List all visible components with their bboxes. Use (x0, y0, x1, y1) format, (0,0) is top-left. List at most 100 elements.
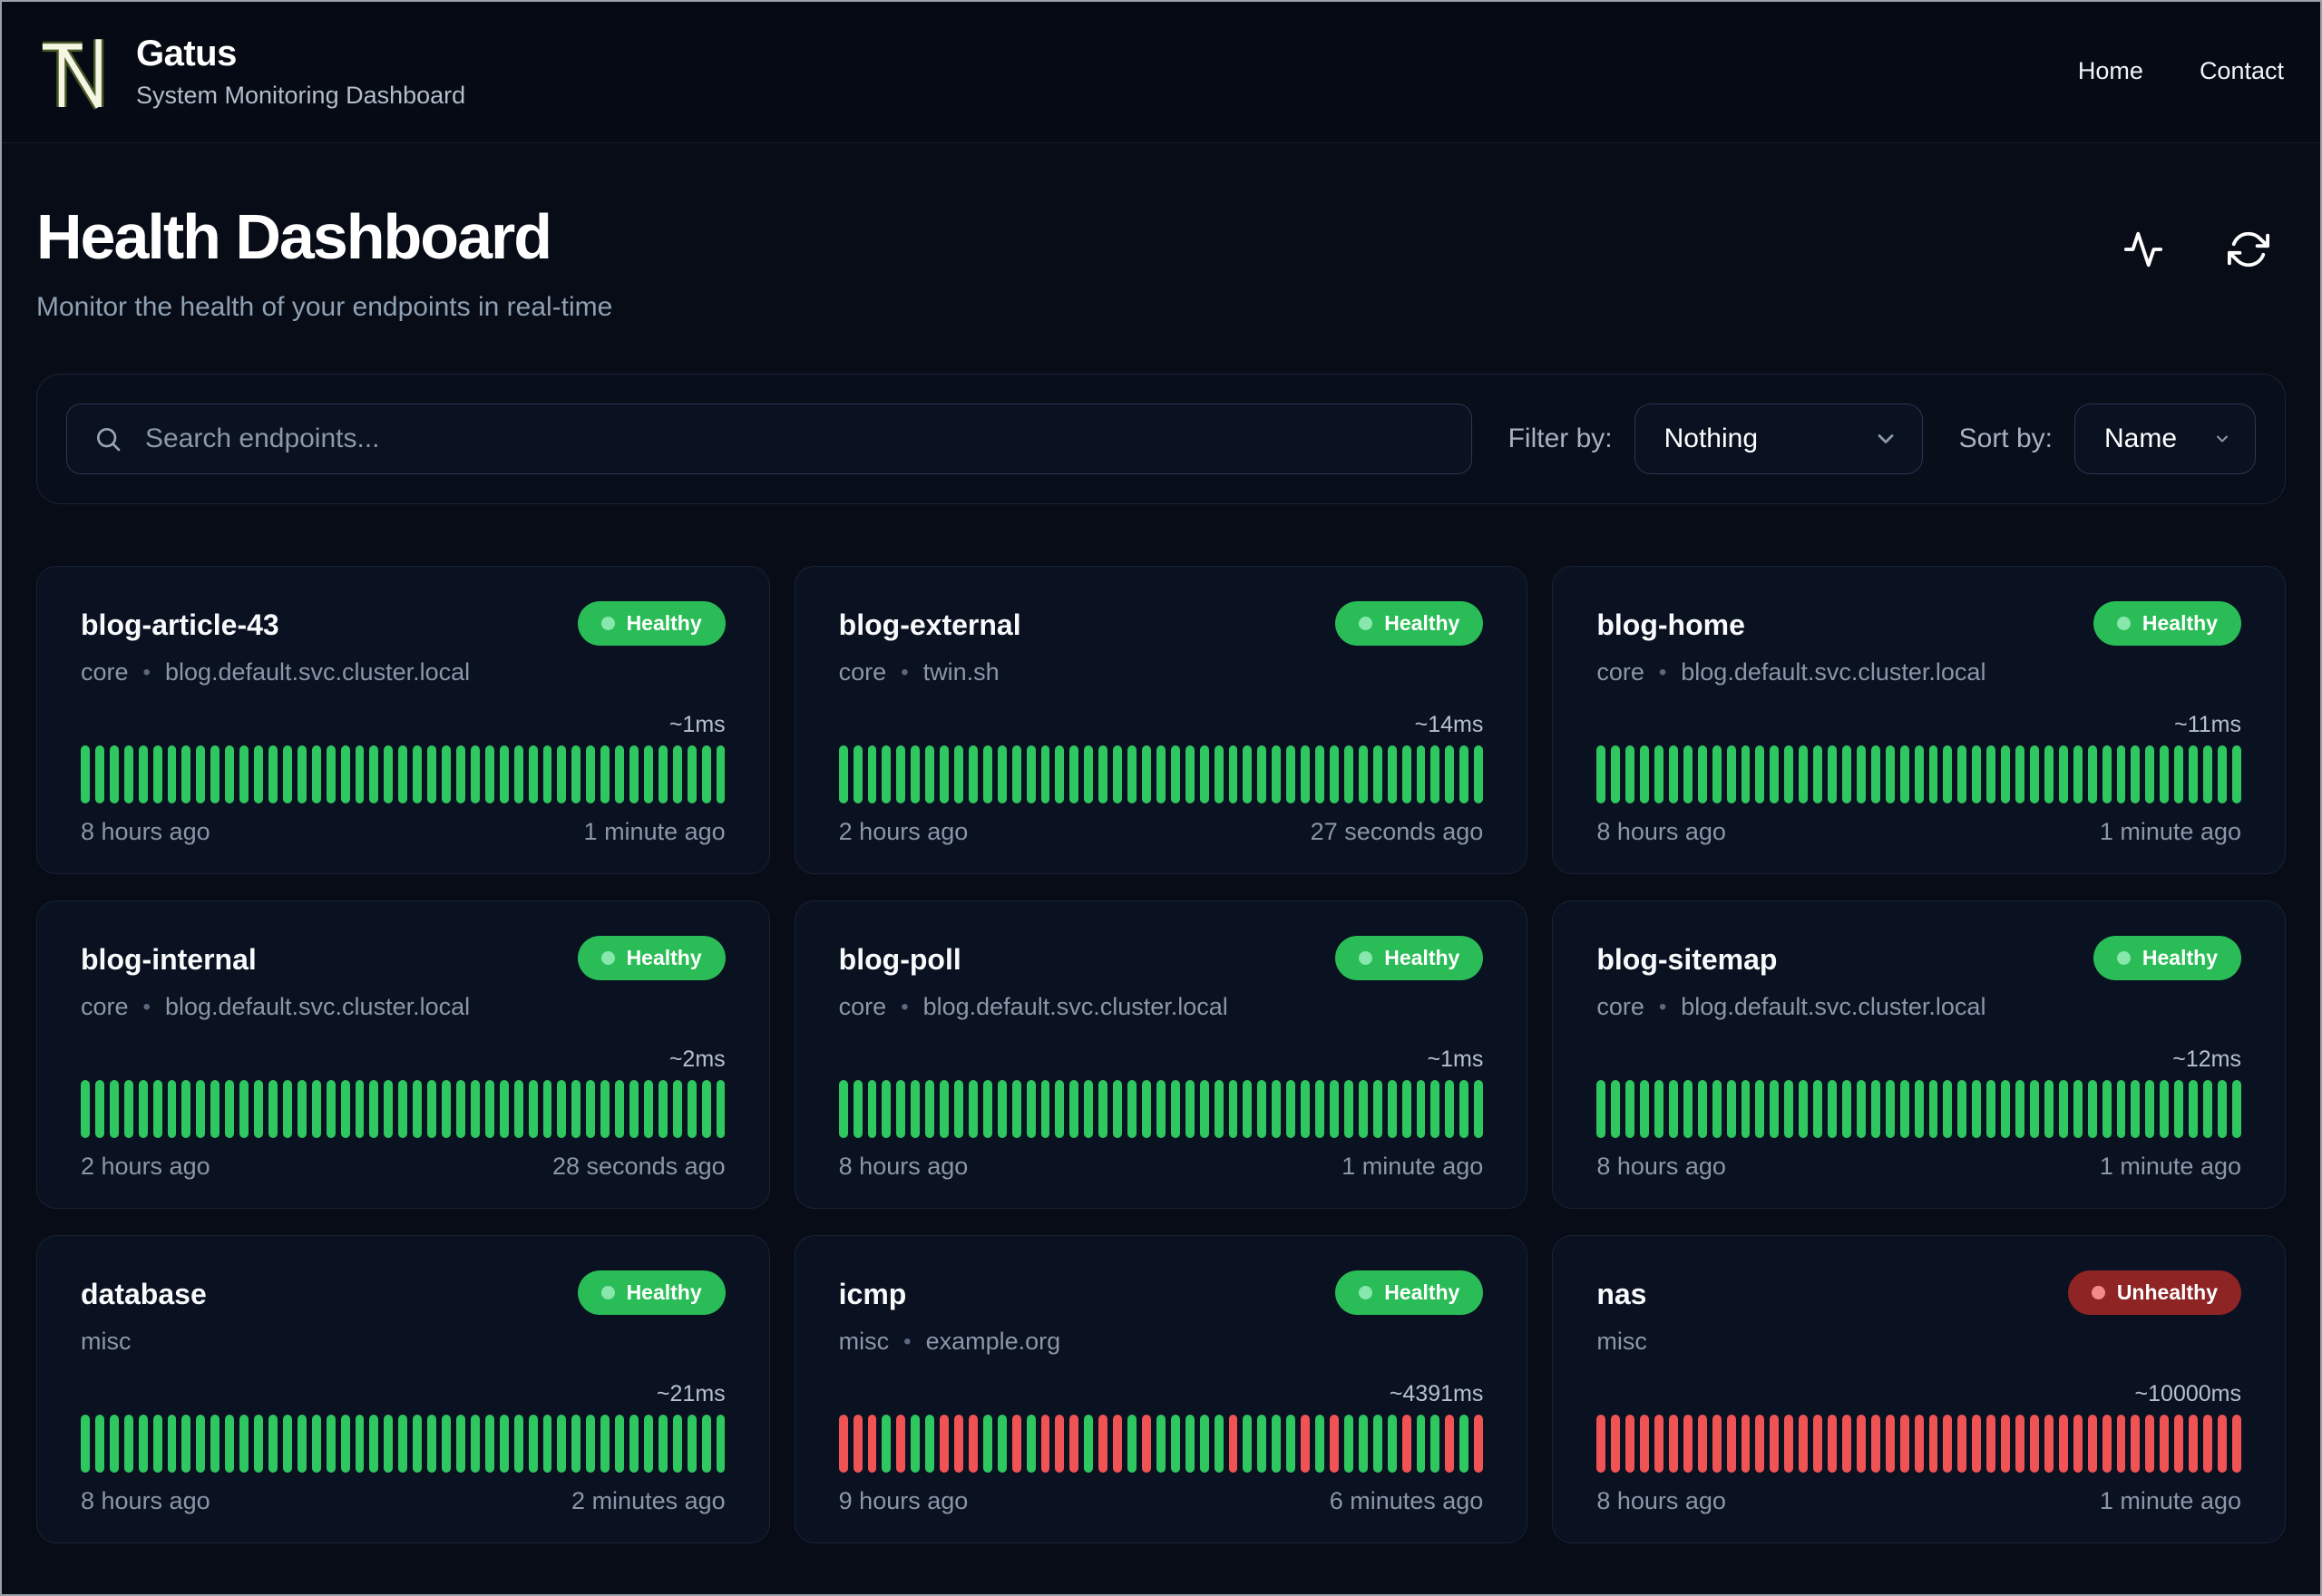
uptime-bar-up[interactable] (1214, 745, 1224, 803)
uptime-bar-up[interactable] (571, 1415, 581, 1473)
uptime-bar-up[interactable] (1654, 745, 1663, 803)
uptime-bar-up[interactable] (470, 1080, 480, 1138)
uptime-bar-up[interactable] (1243, 745, 1253, 803)
uptime-bar-down[interactable] (2087, 1415, 2097, 1473)
uptime-bar-down[interactable] (1986, 1415, 1996, 1473)
uptime-bar-up[interactable] (484, 745, 494, 803)
uptime-bar-down[interactable] (1654, 1415, 1663, 1473)
uptime-bar-up[interactable] (239, 745, 249, 803)
uptime-bar-up[interactable] (557, 1415, 567, 1473)
uptime-bar-up[interactable] (2029, 745, 2039, 803)
uptime-bar-up[interactable] (2044, 1080, 2054, 1138)
uptime-bar-up[interactable] (1401, 745, 1411, 803)
uptime-bar-up[interactable] (1272, 1415, 1282, 1473)
uptime-bar-up[interactable] (2073, 1080, 2083, 1138)
uptime-bar-up[interactable] (282, 1415, 292, 1473)
uptime-bar-up[interactable] (427, 1080, 437, 1138)
uptime-bar-down[interactable] (1683, 1415, 1693, 1473)
uptime-bar-up[interactable] (1784, 745, 1794, 803)
uptime-bar-up[interactable] (123, 745, 133, 803)
uptime-bar-up[interactable] (2160, 745, 2170, 803)
uptime-bar-up[interactable] (1957, 745, 1967, 803)
uptime-bar-up[interactable] (838, 745, 848, 803)
uptime-bar-up[interactable] (1330, 1080, 1339, 1138)
uptime-bar-up[interactable] (398, 1080, 408, 1138)
uptime-bar-up[interactable] (282, 745, 292, 803)
uptime-bar-up[interactable] (282, 1080, 292, 1138)
uptime-bar-up[interactable] (2131, 745, 2141, 803)
uptime-bar-up[interactable] (340, 745, 350, 803)
uptime-bar-up[interactable] (600, 1080, 610, 1138)
uptime-bar-up[interactable] (1011, 1080, 1021, 1138)
uptime-bar-up[interactable] (297, 745, 307, 803)
uptime-bar-up[interactable] (225, 1080, 235, 1138)
uptime-bar-up[interactable] (1127, 745, 1137, 803)
uptime-bar-up[interactable] (1185, 1415, 1195, 1473)
uptime-bar-up[interactable] (925, 1080, 935, 1138)
uptime-bar-up[interactable] (1113, 745, 1123, 803)
uptime-bar-up[interactable] (123, 1415, 133, 1473)
search-input[interactable] (66, 404, 1472, 474)
uptime-bar-up[interactable] (1127, 1415, 1137, 1473)
uptime-bar-up[interactable] (2203, 1080, 2212, 1138)
filter-select[interactable]: Nothing (1634, 404, 1923, 474)
uptime-bar-up[interactable] (1243, 1080, 1253, 1138)
uptime-bar-up[interactable] (1170, 1415, 1180, 1473)
uptime-bar-up[interactable] (1712, 1080, 1722, 1138)
uptime-bar-up[interactable] (542, 1080, 552, 1138)
uptime-bar-up[interactable] (1055, 1080, 1065, 1138)
uptime-bar-up[interactable] (1611, 1080, 1621, 1138)
uptime-bar-down[interactable] (1401, 1415, 1411, 1473)
uptime-bar-up[interactable] (455, 1415, 465, 1473)
uptime-bar-up[interactable] (1387, 745, 1397, 803)
uptime-bar-up[interactable] (643, 1080, 653, 1138)
uptime-bar-up[interactable] (225, 1415, 235, 1473)
uptime-bar-down[interactable] (1712, 1415, 1722, 1473)
uptime-bar-up[interactable] (499, 1080, 509, 1138)
uptime-bar-up[interactable] (94, 745, 104, 803)
uptime-bar-down[interactable] (1069, 1415, 1079, 1473)
uptime-bar-up[interactable] (1358, 1080, 1368, 1138)
uptime-bar-down[interactable] (1799, 1415, 1809, 1473)
uptime-bar-up[interactable] (882, 745, 892, 803)
uptime-bar-up[interactable] (1842, 745, 1851, 803)
uptime-bar-down[interactable] (2203, 1415, 2212, 1473)
uptime-bar-up[interactable] (210, 1415, 220, 1473)
uptime-bar-up[interactable] (1286, 1080, 1296, 1138)
uptime-bar-down[interactable] (1040, 1415, 1050, 1473)
uptime-bar-up[interactable] (152, 1415, 162, 1473)
uptime-bar-down[interactable] (896, 1415, 906, 1473)
uptime-bar-up[interactable] (196, 1415, 206, 1473)
nav-link-home[interactable]: Home (2078, 57, 2143, 85)
uptime-bar-down[interactable] (2058, 1415, 2068, 1473)
uptime-bar-up[interactable] (911, 1080, 921, 1138)
uptime-bar-up[interactable] (1668, 745, 1678, 803)
uptime-bar-up[interactable] (672, 1415, 682, 1473)
uptime-bar-up[interactable] (167, 745, 177, 803)
uptime-bar-up[interactable] (513, 1080, 523, 1138)
uptime-bar-up[interactable] (1799, 745, 1809, 803)
uptime-bar-up[interactable] (2203, 745, 2212, 803)
uptime-bar-up[interactable] (239, 1080, 249, 1138)
uptime-bar-down[interactable] (1885, 1415, 1895, 1473)
uptime-bar-up[interactable] (513, 1415, 523, 1473)
uptime-bar-up[interactable] (557, 1080, 567, 1138)
uptime-bar-up[interactable] (1828, 1080, 1837, 1138)
uptime-bar-up[interactable] (716, 1415, 726, 1473)
uptime-bar-up[interactable] (1459, 1080, 1469, 1138)
uptime-bar-down[interactable] (2189, 1415, 2199, 1473)
uptime-bar-up[interactable] (268, 1415, 278, 1473)
uptime-bar-up[interactable] (658, 1415, 668, 1473)
uptime-bar-up[interactable] (167, 1080, 177, 1138)
uptime-bar-up[interactable] (2015, 1080, 2024, 1138)
uptime-bar-up[interactable] (1372, 745, 1382, 803)
uptime-bar-up[interactable] (1474, 745, 1484, 803)
uptime-bar-up[interactable] (2015, 745, 2024, 803)
uptime-bar-up[interactable] (2131, 1080, 2141, 1138)
uptime-bar-up[interactable] (1899, 1080, 1909, 1138)
uptime-bar-down[interactable] (1474, 1415, 1484, 1473)
uptime-bar-up[interactable] (911, 745, 921, 803)
uptime-bar-up[interactable] (1098, 1080, 1108, 1138)
uptime-bar-up[interactable] (1387, 1415, 1397, 1473)
endpoint-card[interactable]: blog-article-43 Healthy core • blog.defa… (36, 566, 770, 874)
